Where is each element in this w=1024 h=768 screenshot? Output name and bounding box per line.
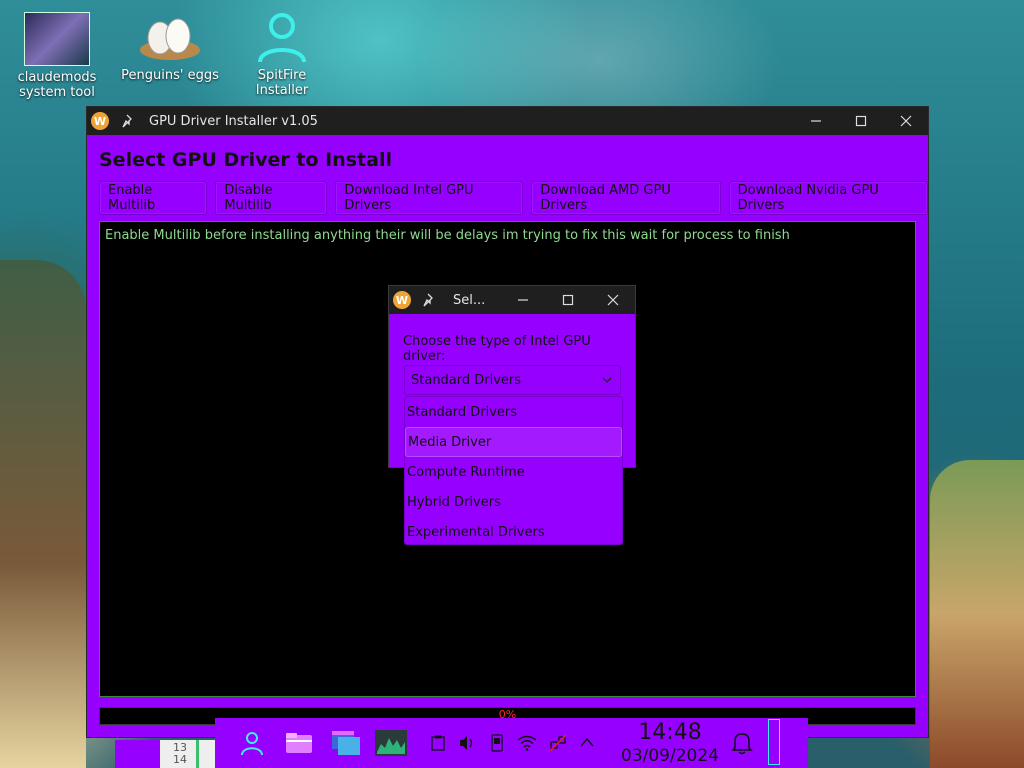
calendar-widget-partial: 13 14 [115,740,215,768]
maximize-icon[interactable] [545,294,590,306]
download-nvidia-button[interactable]: Download Nvidia GPU Drivers [728,181,929,215]
chevron-up-icon[interactable] [579,736,595,748]
notification-bell-icon[interactable] [731,731,753,755]
user-icon [250,12,314,64]
wallpaper-art-right [930,460,1024,768]
dropdown-option-hybrid[interactable]: Hybrid Drivers [405,487,622,517]
chevron-down-icon [600,373,614,387]
driver-type-select[interactable]: Standard Drivers [404,365,621,395]
dialog-title: Sel... [453,292,486,308]
dropdown-option-compute[interactable]: Compute Runtime [405,457,622,487]
clipboard-icon[interactable] [431,735,445,751]
enable-multilib-button[interactable]: Enable Multilib [99,181,208,215]
desktop-icon-label: claudemods [17,70,97,85]
wallpaper-art-left [0,260,86,768]
dropdown-option-media[interactable]: Media Driver [405,427,622,457]
clock-time: 14:48 [638,720,702,745]
desktop-icon-claudemods[interactable]: claudemods system tool [7,12,107,100]
desktop-icon-label: Penguins' eggs [121,68,219,83]
volume-icon[interactable] [459,735,477,751]
desktop-icon-label: SpitFire Installer [255,68,309,98]
window-titlebar[interactable]: W GPU Driver Installer v1.05 [87,107,928,135]
taskbar: 14:48 03/09/2024 [215,718,808,768]
terminal-app-icon[interactable] [331,730,361,756]
select-value: Standard Drivers [411,372,522,388]
clock-date: 03/09/2024 [621,746,719,766]
dialog-prompt: Choose the type of Intel GPU driver: [403,334,591,364]
network-disconnected-icon[interactable] [549,734,567,752]
wifi-icon[interactable] [517,735,537,751]
dropdown-option-standard[interactable]: Standard Drivers [405,397,622,427]
window-title: GPU Driver Installer v1.05 [149,113,318,129]
file-manager-icon[interactable] [285,732,313,754]
minimize-icon[interactable] [500,294,545,306]
device-icon[interactable] [491,734,503,752]
desktop-icon-label: system tool [19,85,95,100]
claudemods-icon [24,12,90,66]
taskbar-clock[interactable]: 14:48 03/09/2024 [610,720,730,766]
show-desktop-button[interactable] [768,719,780,765]
eggs-icon [138,12,202,64]
download-intel-button[interactable]: Download Intel GPU Drivers [335,181,524,215]
pin-icon[interactable] [109,114,149,128]
desktop-icon-penguins-eggs[interactable]: Penguins' eggs [120,12,220,83]
dropdown-option-experimental[interactable]: Experimental Drivers [405,517,622,547]
download-amd-button[interactable]: Download AMD GPU Drivers [531,181,721,215]
action-button-row: Enable Multilib Disable Multilib Downloa… [99,181,929,215]
desktop-icon-spitfire-installer[interactable]: SpitFire Installer [232,12,332,98]
console-message: Enable Multilib before installing anythi… [105,228,790,243]
app-logo-icon[interactable]: W [393,291,411,309]
page-title: Select GPU Driver to Install [99,149,392,171]
dialog-titlebar[interactable]: W Sel... [389,286,635,314]
calendar-day: 14 [173,753,187,766]
app-logo-icon[interactable]: W [91,112,109,130]
close-icon[interactable] [590,294,635,306]
pin-icon[interactable] [411,293,449,307]
driver-type-dropdown: Standard Drivers Media Driver Compute Ru… [404,396,623,545]
system-monitor-icon[interactable] [375,730,407,756]
disable-multilib-button[interactable]: Disable Multilib [215,181,328,215]
maximize-icon[interactable] [838,115,883,127]
close-icon[interactable] [883,115,928,127]
user-menu-icon[interactable] [239,730,265,756]
minimize-icon[interactable] [793,115,838,127]
